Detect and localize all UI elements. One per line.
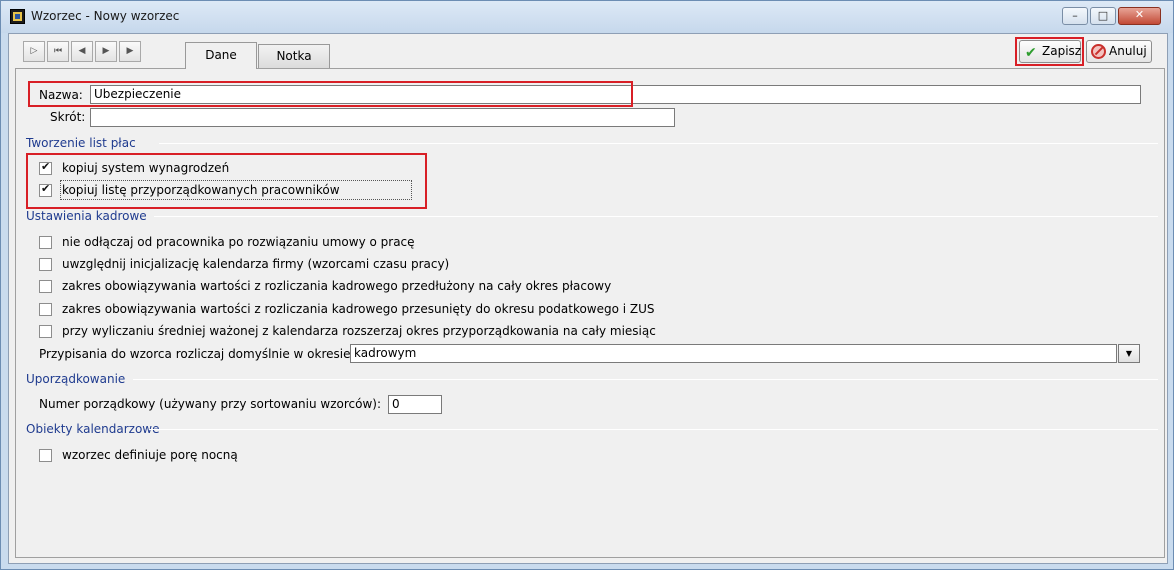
copy-salary-system-checkbox[interactable] — [39, 160, 52, 175]
hr-option-4-checkbox[interactable] — [39, 303, 52, 316]
client-area: ▷ ⏮ ◀ ▶ ▶ Dane Notka ✔ Zapisz Anuluj Naz… — [8, 33, 1168, 564]
hr-option-2-checkbox[interactable] — [39, 258, 52, 271]
nav-next-button[interactable]: ▶ — [95, 41, 117, 62]
record-navigation: ▷ ⏮ ◀ ▶ ▶ — [23, 41, 143, 62]
cancel-button-label: Anuluj — [1109, 44, 1147, 58]
copy-employees-label: kopiuj listę przyporządkowanych pracowni… — [62, 183, 340, 197]
section-hr-title: Ustawienia kadrowe — [26, 209, 147, 223]
chevron-down-icon[interactable]: ▼ — [1118, 344, 1140, 363]
checkmark-icon: ✔ — [1025, 45, 1037, 61]
close-button[interactable]: ✕ — [1118, 7, 1161, 25]
window-title: Wzorzec - Nowy wzorzec — [31, 9, 180, 23]
section-ordering-title: Uporządkowanie — [26, 372, 126, 386]
window-controls: – □ ✕ — [1062, 7, 1161, 25]
order-number-label: Numer porządkowy (używany przy sortowani… — [39, 397, 382, 411]
tab-dane[interactable]: Dane — [185, 42, 257, 69]
name-input[interactable]: Ubezpieczenie — [90, 85, 1141, 104]
minimize-icon: – — [1072, 9, 1078, 22]
hr-option-2-label: uwzględnij inicjalizację kalendarza firm… — [62, 257, 450, 271]
copy-salary-system-label: kopiuj system wynagrodzeń — [62, 161, 230, 175]
maximize-button[interactable]: □ — [1090, 7, 1116, 25]
maximize-icon: □ — [1097, 9, 1109, 22]
title-bar[interactable]: Wzorzec - Nowy wzorzec – □ ✕ — [1, 1, 1173, 33]
period-label: Przypisania do wzorca rozliczaj domyślni… — [39, 347, 355, 361]
cancel-icon — [1091, 44, 1106, 59]
section-calendar-title: Obiekty kalendarzowe — [26, 422, 160, 436]
section-payroll-title: Tworzenie list płac — [26, 136, 136, 150]
short-input[interactable] — [90, 108, 675, 127]
hr-option-3-checkbox[interactable] — [39, 280, 52, 293]
hr-option-1-checkbox[interactable] — [39, 236, 52, 249]
divider — [149, 429, 1158, 430]
window: Wzorzec - Nowy wzorzec – □ ✕ ▷ ⏮ ◀ ▶ ▶ D… — [0, 0, 1174, 570]
cancel-button[interactable]: Anuluj — [1086, 40, 1152, 63]
nav-prev-button[interactable]: ◀ — [71, 41, 93, 62]
hr-option-5-checkbox[interactable] — [39, 325, 52, 338]
close-icon: ✕ — [1134, 8, 1145, 21]
minimize-button[interactable]: – — [1062, 7, 1088, 25]
name-label: Nazwa: — [39, 88, 83, 102]
night-time-label: wzorzec definiuje porę nocną — [62, 448, 238, 462]
period-select[interactable]: kadrowym — [350, 344, 1117, 363]
short-label: Skrót: — [50, 110, 86, 124]
hr-option-1-label: nie odłączaj od pracownika po rozwiązani… — [62, 235, 415, 249]
night-time-checkbox[interactable] — [39, 449, 52, 462]
nav-start-button[interactable]: ⏮ — [47, 41, 69, 62]
divider — [154, 216, 1158, 217]
app-icon — [10, 9, 25, 24]
hr-option-5-label: przy wyliczaniu średniej ważonej z kalen… — [62, 324, 656, 338]
tab-notka[interactable]: Notka — [258, 44, 330, 68]
hr-option-4-label: zakres obowiązywania wartości z rozlicza… — [62, 302, 655, 316]
hr-option-3-label: zakres obowiązywania wartości z rozlicza… — [62, 279, 612, 293]
divider — [133, 379, 1158, 380]
nav-last-button[interactable]: ▶ — [119, 41, 141, 62]
save-button-label: Zapisz — [1042, 44, 1082, 58]
nav-first-button[interactable]: ▷ — [23, 41, 45, 62]
save-button[interactable]: ✔ Zapisz — [1019, 40, 1081, 63]
order-number-input[interactable]: 0 — [388, 395, 442, 414]
divider — [159, 143, 1158, 144]
copy-employees-checkbox[interactable] — [39, 182, 52, 197]
